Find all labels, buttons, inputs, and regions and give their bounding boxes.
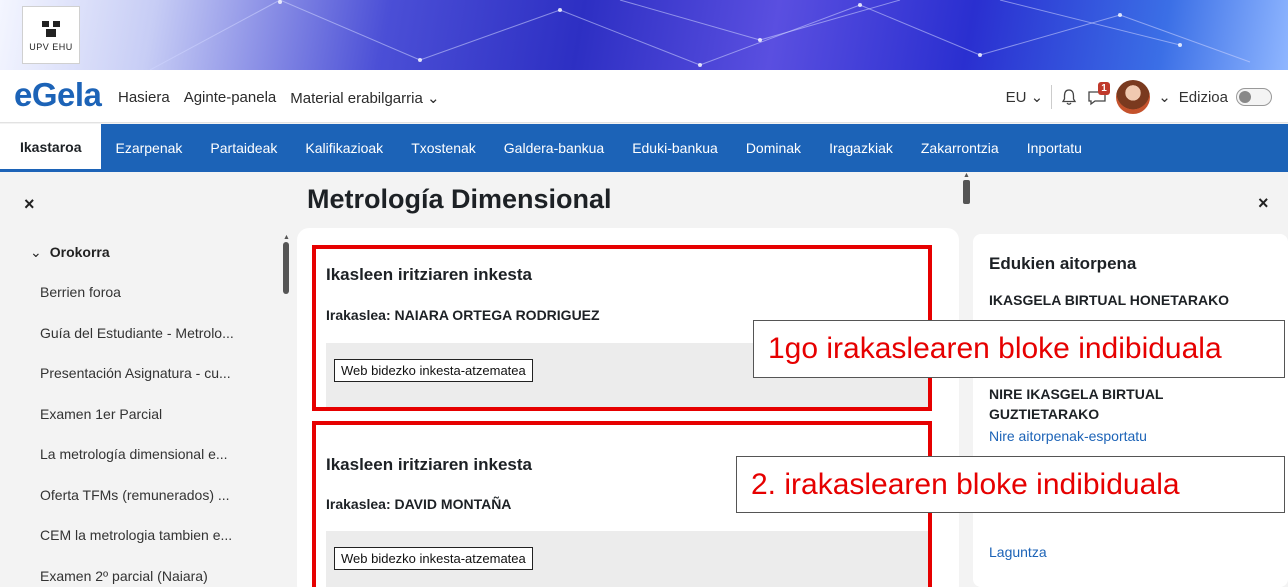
drawer-scrollbar[interactable] — [283, 242, 289, 294]
help-link[interactable]: Laguntza — [989, 544, 1047, 560]
nav-home[interactable]: Hasiera — [118, 89, 170, 107]
primary-nav: Hasiera Aginte-panela Material erabilgar… — [118, 89, 440, 107]
header-banner: UPV EHU — [0, 0, 1288, 70]
block-action-area: Web bidezko inkesta-atzematea — [326, 531, 928, 587]
user-tools: EU ⌄ 1 ⌄ Edizioa — [1006, 80, 1272, 114]
nav-dashboard[interactable]: Aginte-panela — [184, 89, 277, 107]
course-index-item[interactable]: La metrología dimensional e... — [40, 446, 234, 487]
main-navbar: eGela Hasiera Aginte-panela Material era… — [0, 70, 1288, 123]
teacher-name: Irakaslea: NAIARA ORTEGA RODRIGUEZ — [326, 307, 600, 323]
divider — [1051, 85, 1053, 109]
nav-useful-material[interactable]: Material erabilgarria ⌄ — [290, 89, 439, 107]
tab-recycle-bin[interactable]: Zakarrontzia — [907, 124, 1013, 172]
web-survey-button[interactable]: Web bidezko inkesta-atzematea — [334, 547, 533, 570]
scroll-up-arrow-icon[interactable]: ▲ — [283, 234, 290, 241]
main-scrollbar[interactable] — [963, 180, 970, 204]
tab-participants[interactable]: Partaideak — [196, 124, 291, 172]
content-acknowledgement-block: Edukien aitorpena IKASGELA BIRTUAL HONET… — [973, 234, 1288, 587]
course-index-item[interactable]: Examen 1er Parcial — [40, 406, 234, 447]
section-this-classroom: IKASGELA BIRTUAL HONETARAKO — [989, 292, 1230, 308]
export-acknowledgements-link[interactable]: Nire aitorpenak-esportatu — [989, 428, 1147, 444]
course-index-item[interactable]: Oferta TFMs (remunerados) ... — [40, 487, 234, 528]
edit-mode-toggle[interactable] — [1236, 88, 1272, 106]
course-index-item[interactable]: Presentación Asignatura - cu... — [40, 365, 234, 406]
page-title: Metrología Dimensional — [307, 184, 612, 214]
tab-grades[interactable]: Kalifikazioak — [291, 124, 397, 172]
language-selector[interactable]: EU ⌄ — [1006, 88, 1044, 106]
course-navigation: Ikastaroa Ezarpenak Partaideak Kalifikaz… — [0, 124, 1288, 172]
course-index-item[interactable]: Guía del Estudiante - Metrolo... — [40, 325, 234, 366]
close-drawer-icon[interactable]: × — [24, 194, 35, 215]
tab-filters[interactable]: Iragazkiak — [815, 124, 907, 172]
banner-network-graphic — [149, 0, 1251, 70]
annotation-callout-first: 1go irakaslearen bloke indibiduala — [753, 320, 1285, 378]
course-index-drawer: × ⌄ Orokorra Berrien foroa Guía del Estud… — [0, 172, 292, 587]
course-index-item[interactable]: CEM la metrologia tambien e... — [40, 527, 234, 568]
block-heading: Ikasleen iritziaren inkesta — [326, 455, 532, 474]
course-index-item[interactable]: Examen 2º parcial (Naiara) — [40, 568, 234, 587]
course-index-list: Berrien foroa Guía del Estudiante - Metr… — [40, 284, 234, 587]
web-survey-button[interactable]: Web bidezko inkesta-atzematea — [334, 359, 533, 382]
tab-settings[interactable]: Ezarpenak — [101, 124, 196, 172]
tab-question-bank[interactable]: Galdera-bankua — [490, 124, 618, 172]
university-emblem-icon — [42, 20, 60, 37]
section-general[interactable]: ⌄ Orokorra — [30, 244, 110, 261]
user-avatar[interactable] — [1116, 80, 1151, 114]
tab-course[interactable]: Ikastaroa — [0, 124, 102, 172]
logo-text: UPV EHU — [29, 41, 73, 52]
block-title: Edukien aitorpena — [989, 254, 1137, 273]
chevron-down-icon: ⌄ — [30, 244, 42, 260]
teacher-name: Irakaslea: DAVID MONTAÑA — [326, 496, 512, 512]
section-all-classrooms: NIRE IKASGELA BIRTUAL GUZTIETARAKO — [989, 386, 1164, 422]
course-index-item[interactable]: Berrien foroa — [40, 284, 234, 325]
tab-content-bank[interactable]: Eduki-bankua — [618, 124, 732, 172]
user-menu-chevron-icon[interactable]: ⌄ — [1158, 88, 1171, 106]
tab-reports[interactable]: Txostenak — [397, 124, 490, 172]
upv-ehu-logo[interactable]: UPV EHU — [22, 6, 80, 64]
messages-button[interactable]: 1 — [1086, 82, 1110, 106]
tab-import[interactable]: Inportatu — [1013, 124, 1096, 172]
notification-bell-icon[interactable] — [1060, 88, 1078, 106]
brand-logo[interactable]: eGela — [14, 76, 102, 114]
section-label: Orokorra — [49, 244, 110, 260]
block-heading: Ikasleen iritziaren inkesta — [326, 265, 532, 284]
annotation-callout-second: 2. irakaslearen bloke indibiduala — [736, 456, 1285, 513]
tab-badges[interactable]: Dominak — [732, 124, 815, 172]
close-block-drawer-icon[interactable]: × — [1258, 193, 1269, 214]
message-count-badge: 1 — [1098, 82, 1110, 95]
edit-mode-label: Edizioa — [1178, 88, 1228, 106]
scroll-up-arrow-icon[interactable]: ▲ — [963, 172, 970, 179]
